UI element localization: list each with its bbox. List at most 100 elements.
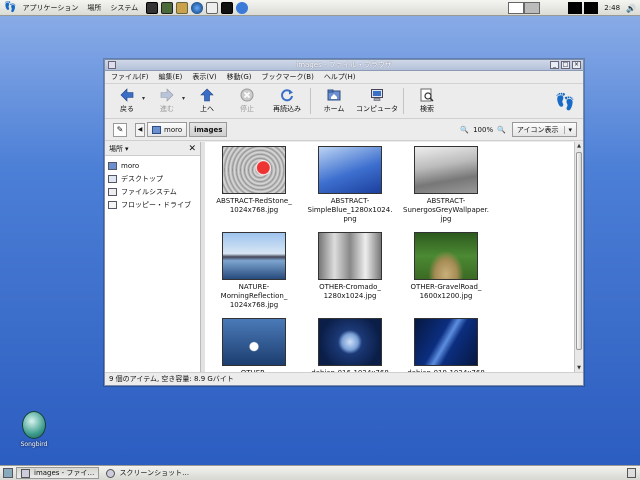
scrollbar-thumb[interactable] [576,152,582,350]
crumb-home[interactable]: moro [147,122,188,137]
sidebar-item-filesystem[interactable]: ファイルシステム [105,185,200,198]
file-item[interactable]: OTHER-Cromado_ 1280x1024.jpg [302,232,398,301]
task-label: スクリーンショット… [119,469,190,477]
camera-icon [106,468,116,478]
scroll-up-icon[interactable]: ▲ [575,142,583,151]
harddisk-icon [108,187,117,196]
file-thumbnail [414,232,478,280]
file-name: OTHER-Cromado_ 1280x1024.jpg [319,283,381,300]
forward-history-dropdown[interactable]: ▾ [182,95,185,102]
sidebar-item-desktop[interactable]: デスクトップ [105,172,200,185]
file-item[interactable]: NATURE- MorningReflection_ 1024x768.jpg [206,232,302,310]
file-item[interactable]: debian-016-1024x768 [302,318,398,378]
volume-icon[interactable]: 🔊 [626,4,636,13]
up-button[interactable]: 上へ [187,85,227,117]
forward-button[interactable]: 進む ▾ [147,85,187,117]
stop-button[interactable]: 停止 [227,85,267,117]
home-folder-icon [152,125,161,134]
file-item[interactable]: OTHER- [206,318,302,378]
sidebar-item-label: デスクトップ [121,174,163,183]
view-mode-select[interactable]: アイコン表示 ▾ [511,122,577,137]
file-item[interactable]: ABSTRACT-RedStone_ 1024x768.jpg [206,146,302,215]
sidebar-title: 場所 [109,144,123,153]
search-button[interactable]: 検索 [407,85,447,117]
back-history-dropdown[interactable]: ▾ [142,95,145,102]
menu-view[interactable]: 表示(V) [192,72,216,82]
crumb-images[interactable]: images [189,122,228,137]
status-bar: 9 個のアイテム, 空き容量: 8.9 Gバイト [105,372,583,385]
songbird-desktop-icon[interactable]: Songbird [14,411,54,448]
back-label: 戻る [120,105,134,113]
file-thumbnail [318,318,382,366]
network-launcher-icon[interactable] [236,1,249,14]
sidebar-item-home[interactable]: moro [105,159,200,172]
tray-icon-2[interactable] [584,2,599,14]
menu-go[interactable]: 移動(G) [227,72,252,82]
system-menu[interactable]: システム [110,3,138,13]
file-item[interactable]: ABSTRACT- SimpleBlue_1280x1024. png [302,146,398,224]
toolbar-separator-2 [403,88,404,114]
reload-icon [281,89,293,102]
task-file-browser[interactable]: images - ファイ… [16,467,100,479]
workspace-2[interactable] [524,2,541,14]
task-screenshot[interactable]: スクリーンショット… [102,467,193,479]
image-viewer-launcher-icon[interactable] [161,1,174,14]
computer-icon [371,89,383,101]
file-browser-icon [21,468,30,478]
file-item[interactable]: ABSTRACT- SunergosGreyWallpaper. jpg [398,146,494,224]
file-browser-window: images - ファイル・ブラウザ _ □ × ファイル(F) 編集(E) 表… [104,59,584,386]
editor-launcher-icon[interactable] [206,1,219,14]
titlebar[interactable]: images - ファイル・ブラウザ _ □ × [105,60,583,71]
sidebar-header[interactable]: 場所 ▾ [105,142,200,156]
crumb-home-label: moro [164,125,183,134]
home-folder-icon [327,89,341,101]
menu-bookmarks[interactable]: ブックマーク(B) [262,72,314,82]
zoom-in-icon[interactable]: 🔍 [497,126,506,134]
clock[interactable]: 2:48 [604,4,620,12]
path-scroll-left-button[interactable]: ◀ [135,122,145,137]
gnome-throbber-icon: 👣 [555,92,575,111]
back-button[interactable]: 戻る ▾ [107,85,147,117]
computer-label: コンピュータ [356,105,398,113]
close-button[interactable]: × [572,61,581,69]
sidebar: 場所 ▾ ✕ moro デスクトップ ファイルシステム フロッピー・ドライブ [105,142,201,373]
trash-icon[interactable] [627,468,636,478]
applications-menu[interactable]: アプリケーション [22,3,78,13]
reload-button[interactable]: 再読込み [267,85,307,117]
places-menu[interactable]: 場所 [87,3,101,13]
chevron-down-icon: ▾ [564,125,572,134]
minimize-button[interactable]: _ [550,61,559,69]
menu-edit[interactable]: 編集(E) [159,72,183,82]
tray-icon-1[interactable] [568,2,583,14]
workspace-1[interactable] [508,2,525,14]
menubar: ファイル(F) 編集(E) 表示(V) 移動(G) ブックマーク(B) ヘルプ(… [105,71,583,84]
file-name: ABSTRACT- SunergosGreyWallpaper. jpg [403,197,489,223]
menu-file[interactable]: ファイル(F) [111,72,149,82]
terminal-launcher-icon[interactable] [146,1,159,14]
file-item[interactable]: OTHER-GravelRoad_ 1600x1200.jpg [398,232,494,301]
vertical-scrollbar[interactable]: ▲ ▼ [574,142,583,373]
show-desktop-icon[interactable] [3,468,13,478]
n-app-launcher-icon[interactable] [221,1,234,14]
zoom-out-icon[interactable]: 🔍 [460,126,469,134]
desktop-icon [108,174,117,183]
location-bar: ✎ ◀ moro images 🔍 100% 🔍 アイコン表示 ▾ [105,119,583,141]
computer-button[interactable]: コンピュータ [354,85,400,117]
file-manager-launcher-icon[interactable] [176,1,189,14]
gnome-foot-icon[interactable]: 👣 [4,2,16,13]
home-label: ホーム [323,105,345,113]
close-sidebar-icon[interactable]: ✕ [188,144,196,154]
toggle-location-entry-icon[interactable]: ✎ [113,122,127,137]
file-thumbnail [318,232,382,280]
file-thumbnail [222,318,286,366]
task-label: images - ファイ… [34,469,95,477]
toolbar: 戻る ▾ 進む ▾ 上へ 停止 再読込み ホーム コンピュータ 検索 👣 [105,84,583,119]
maximize-button[interactable]: □ [561,61,570,69]
file-item[interactable]: debian-019-1024x768 [398,318,494,378]
songbird-icon [22,411,46,439]
menu-help[interactable]: ヘルプ(H) [324,72,356,82]
zoom-level[interactable]: 100% [473,126,493,134]
browser-launcher-icon[interactable] [191,1,204,14]
sidebar-item-floppy[interactable]: フロッピー・ドライブ [105,198,200,211]
home-button[interactable]: ホーム [314,85,354,117]
